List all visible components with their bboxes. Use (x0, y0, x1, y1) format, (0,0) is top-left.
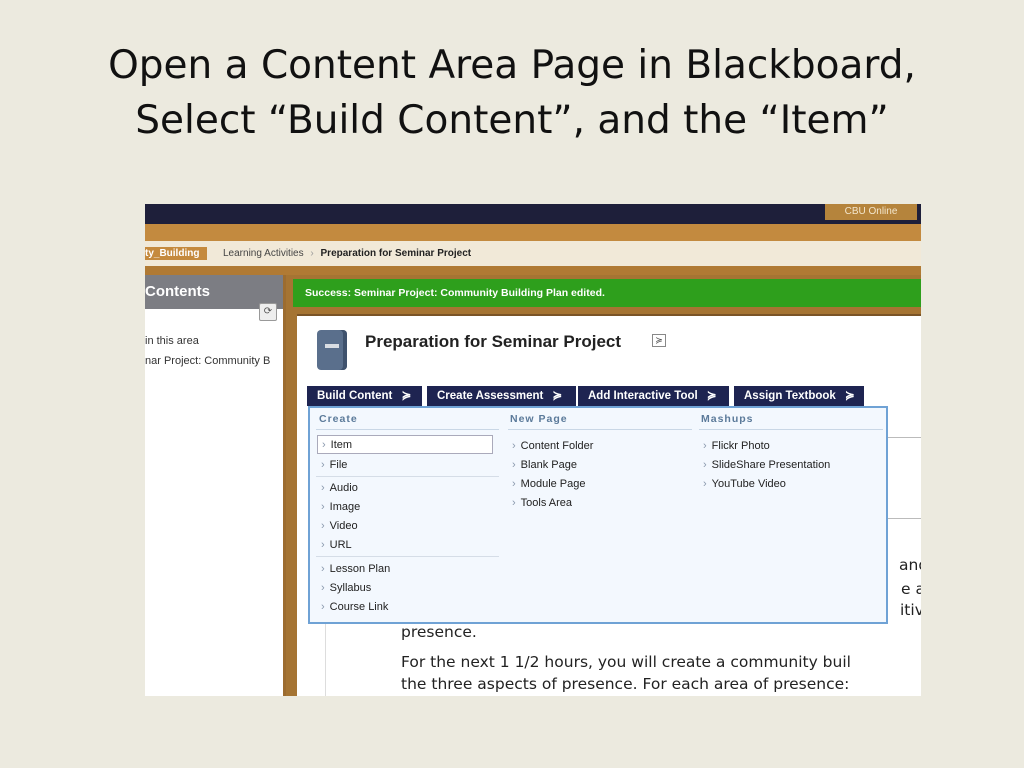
body-text-three-aspects: the three aspects of presence. For each … (401, 675, 850, 693)
chevron-down-icon: ≽ (401, 390, 412, 402)
menu-item-content-folder[interactable]: › Content Folder (512, 440, 593, 452)
menu-heading-divider (699, 429, 883, 430)
add-interactive-tool-label: Add Interactive Tool (588, 390, 698, 402)
breadcrumb-trail: Learning Activities › Preparation for Se… (223, 241, 471, 266)
success-message: Success: Seminar Project: Community Buil… (293, 279, 921, 307)
breadcrumb-divider (145, 266, 921, 275)
menu-heading-mashups: Mashups (701, 413, 754, 425)
body-text-next: For the next 1 1/2 hours, you will creat… (401, 653, 851, 671)
breadcrumb-course[interactable]: ty_Building (145, 247, 208, 260)
menu-heading-divider (316, 429, 499, 430)
sidebar-title: Contents (145, 283, 210, 300)
chevron-down-icon: ≽ (706, 390, 717, 402)
menu-heading-new-page: New Page (510, 413, 568, 425)
build-content-button[interactable]: Build Content ≽ (307, 386, 422, 406)
header-band (145, 224, 921, 241)
menu-heading-create: Create (319, 413, 358, 425)
menu-item-youtube-video[interactable]: › YouTube Video (703, 478, 786, 490)
create-assessment-button[interactable]: Create Assessment ≽ (427, 386, 576, 406)
body-text-presence: presence. (401, 623, 477, 641)
assign-textbook-label: Assign Textbook (744, 390, 836, 402)
menu-separator (316, 556, 499, 557)
menu-item-audio[interactable]: › Audio (321, 482, 358, 494)
refresh-icon[interactable]: ⟳ (259, 303, 277, 321)
menu-item-blank-page[interactable]: › Blank Page (512, 459, 577, 471)
slide-title-line-1: Open a Content Area Page in Blackboard, (108, 43, 916, 88)
build-content-label: Build Content (317, 390, 393, 402)
content-page-icon (317, 330, 347, 370)
blackboard-screenshot: CBU Online ty_Building Learning Activiti… (145, 204, 921, 696)
menu-item-item[interactable]: › Item (317, 435, 493, 454)
slide-title: Open a Content Area Page in Blackboard, … (0, 38, 1024, 148)
menu-item-module-page[interactable]: › Module Page (512, 478, 586, 490)
add-interactive-tool-button[interactable]: Add Interactive Tool ≽ (578, 386, 729, 406)
chevron-double-down-icon[interactable]: ≽ (652, 334, 666, 347)
chevron-down-icon: ≽ (845, 390, 855, 402)
menu-separator (316, 476, 499, 477)
chevron-down-icon: ≽ (552, 390, 563, 402)
breadcrumb-separator: › (310, 248, 314, 259)
cbu-online-tab[interactable]: CBU Online (825, 204, 917, 220)
breadcrumb-learning-activities[interactable]: Learning Activities (223, 248, 304, 259)
menu-item-syllabus[interactable]: › Syllabus (321, 582, 371, 594)
assign-textbook-button[interactable]: Assign Textbook ≽ (734, 386, 864, 406)
breadcrumb-current: Preparation for Seminar Project (320, 248, 472, 259)
top-navigation-bar: CBU Online (145, 204, 921, 224)
menu-item-video[interactable]: › Video (321, 520, 358, 532)
menu-item-url[interactable]: › URL (321, 539, 352, 551)
sidebar-item-in-this-area[interactable]: in this area (145, 335, 199, 347)
sidebar-item-seminar-project[interactable]: nar Project: Community B (145, 355, 270, 367)
menu-item-course-link[interactable]: › Course Link (321, 601, 388, 613)
page-title: Preparation for Seminar Project (365, 332, 622, 351)
menu-item-slideshare-presentation[interactable]: › SlideShare Presentation (703, 459, 830, 471)
course-menu-sidebar: Contents ⟳ in this area nar Project: Com… (145, 275, 286, 696)
slide-title-line-2: Select “Build Content”, and the “Item” (135, 98, 889, 143)
menu-item-file[interactable]: › File (321, 459, 347, 471)
body-text-fragment-2: e an (901, 580, 921, 598)
menu-item-image[interactable]: › Image (321, 501, 360, 513)
menu-item-tools-area[interactable]: › Tools Area (512, 497, 572, 509)
menu-item-flickr-photo[interactable]: › Flickr Photo (703, 440, 770, 452)
breadcrumb: ty_Building Learning Activities › Prepar… (145, 241, 921, 266)
menu-heading-divider (508, 429, 692, 430)
create-assessment-label: Create Assessment (437, 390, 544, 402)
menu-item-lesson-plan[interactable]: › Lesson Plan (321, 563, 390, 575)
body-text-fragment-1: and (899, 556, 921, 574)
body-text-fragment-3: itiv (900, 601, 921, 619)
build-content-dropdown: Create New Page Mashups › Item › File › Aud… (308, 406, 888, 624)
